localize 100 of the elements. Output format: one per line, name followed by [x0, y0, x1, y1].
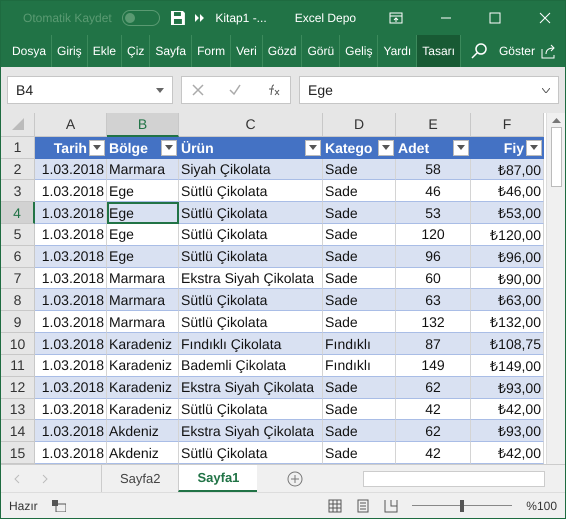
column-header[interactable]: C: [179, 113, 323, 137]
table-cell: Ege: [107, 224, 179, 246]
zoom-level[interactable]: %100: [526, 498, 557, 512]
scroll-up-icon[interactable]: [552, 117, 560, 123]
autosave-label: Otomatik Kaydet: [23, 11, 112, 25]
table-cell: ₺87,00: [471, 158, 544, 180]
table-cell: 1.03.2018: [35, 289, 107, 312]
table-cell: Sütlü Çikolata: [179, 246, 323, 268]
zoom-slider[interactable]: [412, 500, 512, 512]
formula-bar[interactable]: Ege: [299, 76, 559, 104]
table-cell: Ege: [107, 180, 179, 202]
row-header[interactable]: 14: [1, 420, 35, 442]
row-header[interactable]: 12: [1, 376, 35, 399]
table-cell: 1.03.2018: [35, 180, 107, 202]
caret-icon: [382, 145, 390, 150]
table-cell: ₺132,00: [471, 311, 544, 334]
row-header[interactable]: 1: [1, 136, 35, 159]
table-cell: Ekstra Siyah Çikolata: [179, 376, 323, 399]
row-header[interactable]: 5: [1, 224, 35, 246]
sheet-tab[interactable]: Sayfa1: [178, 465, 258, 492]
table-cell: ₺93,00: [471, 420, 544, 442]
table-header: Tarih: [54, 140, 87, 156]
row-header[interactable]: 13: [1, 398, 35, 420]
table-header: Adet: [398, 140, 430, 156]
row-header[interactable]: 8: [1, 289, 35, 312]
row-header[interactable]: 11: [1, 354, 35, 377]
vertical-scrollbar[interactable]: [546, 113, 565, 464]
save-icon[interactable]: [170, 10, 186, 26]
table-cell: Sütlü Çikolata: [179, 202, 323, 224]
table-cell: 132: [396, 311, 471, 334]
normal-view-icon[interactable]: [328, 498, 342, 512]
zoom-slider-thumb[interactable]: [460, 500, 464, 512]
tell-me-button[interactable]: Göster: [498, 44, 535, 58]
search-icon[interactable]: [470, 43, 487, 59]
column-header[interactable]: F: [471, 113, 544, 137]
page-layout-icon[interactable]: [356, 498, 370, 512]
column-header[interactable]: E: [396, 113, 471, 137]
table-cell: Sade: [323, 420, 396, 442]
table-cell: Sade: [323, 398, 396, 420]
table-cell: 60: [396, 268, 471, 290]
autosave-toggle[interactable]: [122, 10, 160, 26]
table-cell: Karadeniz: [107, 354, 179, 377]
share-icon[interactable]: [541, 43, 557, 59]
table-cell: Sade: [323, 202, 396, 224]
table-cell: Sütlü Çikolata: [179, 224, 323, 246]
row-header[interactable]: 6: [1, 246, 35, 268]
table-header: Fiy: [504, 140, 524, 156]
table-cell: 1.03.2018: [35, 268, 107, 290]
more-commands-icon[interactable]: [195, 14, 206, 22]
table-cell: 1.03.2018: [35, 158, 107, 180]
table-header: Ürün: [181, 140, 214, 156]
table-cell: 42: [396, 398, 471, 420]
table-cell: Marmara: [107, 289, 179, 312]
filter-dropdown-button[interactable]: [161, 140, 177, 156]
table-cell: Siyah Çikolata: [179, 158, 323, 180]
row-header[interactable]: 3: [1, 180, 35, 202]
page-break-icon[interactable]: [384, 498, 398, 512]
table-cell: 1.03.2018: [35, 376, 107, 399]
filter-dropdown-button[interactable]: [89, 140, 105, 156]
row-header[interactable]: 2: [1, 158, 35, 180]
add-sheet-icon[interactable]: [287, 470, 304, 486]
ribbon-tab[interactable]: Tasarı: [417, 35, 461, 67]
filter-dropdown-button[interactable]: [453, 140, 469, 156]
insert-function-icon[interactable]: [266, 84, 280, 96]
filter-dropdown-button[interactable]: [305, 140, 321, 156]
horizontal-scrollbar[interactable]: [363, 470, 545, 486]
caret-icon: [309, 145, 317, 150]
table-cell: Sade: [323, 311, 396, 334]
row-header[interactable]: 15: [1, 442, 35, 464]
table-cell: 53: [396, 202, 471, 224]
scrollbar-thumb[interactable]: [550, 127, 562, 187]
column-header[interactable]: D: [323, 113, 396, 137]
name-box[interactable]: B4: [7, 76, 173, 104]
close-icon[interactable]: [538, 11, 552, 25]
table-cell: Fındıklı: [323, 333, 396, 355]
table-cell: Ege: [107, 246, 179, 268]
table-cell: ₺120,00: [471, 224, 544, 246]
row-header[interactable]: 10: [1, 333, 35, 355]
row-header[interactable]: 4: [1, 202, 35, 224]
maximize-icon[interactable]: [488, 11, 502, 25]
filter-dropdown-button[interactable]: [378, 140, 394, 156]
table-cell: Bademli Çikolata: [179, 354, 323, 377]
account-name[interactable]: Excel Depo: [294, 11, 356, 25]
table-cell: 87: [396, 333, 471, 355]
table-cell: Fındıklı: [323, 354, 396, 377]
caret-icon: [530, 145, 538, 150]
table-cell: ₺53,00: [471, 202, 544, 224]
row-header[interactable]: 9: [1, 311, 35, 334]
table-cell: Sütlü Çikolata: [179, 398, 323, 420]
table-cell: ₺42,00: [471, 398, 544, 420]
ribbon-display-icon[interactable]: [388, 11, 403, 25]
table-cell: Sütlü Çikolata: [179, 442, 323, 464]
caret-icon: [165, 145, 173, 150]
table-cell: 62: [396, 376, 471, 399]
column-header[interactable]: A: [35, 113, 107, 137]
table-cell: Akdeniz: [107, 442, 179, 464]
filter-dropdown-button[interactable]: [526, 140, 542, 156]
column-header[interactable]: B: [107, 113, 179, 137]
macro-recording-icon[interactable]: [52, 500, 66, 512]
row-header[interactable]: 7: [1, 268, 35, 290]
